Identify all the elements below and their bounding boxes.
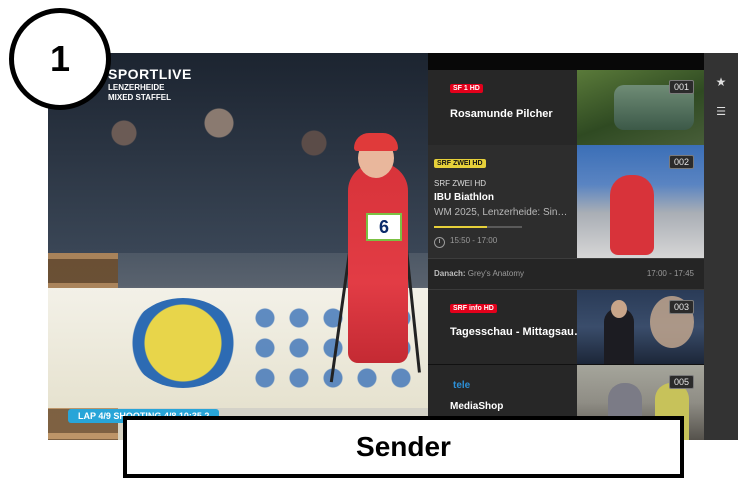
athlete: [348, 163, 408, 363]
broadcaster-logo: SPORTLIVE: [108, 66, 192, 82]
program-title: IBU Biathlon: [434, 192, 494, 203]
star-icon[interactable]: ★: [704, 75, 738, 89]
venue-label: LENZERHEIDE MIXED STAFFEL: [108, 83, 171, 103]
step-badge: 1: [9, 8, 111, 110]
program-progress: [434, 226, 522, 228]
channel-row[interactable]: SRF info HD Tagesschau - Mittagsausgabe …: [428, 290, 704, 365]
channel-number: 005: [668, 375, 694, 389]
next-label: Danach:: [434, 269, 466, 278]
venue-line: MIXED STAFFEL: [108, 93, 171, 102]
program-title: Tagesschau - Mittagsausgabe: [450, 326, 585, 338]
caption-label: Sender: [123, 416, 684, 478]
channel-number: 003: [668, 300, 694, 314]
venue-line: LENZERHEIDE: [108, 83, 165, 92]
side-rail: ★ ☰: [704, 53, 738, 440]
channel-list: SF 1 HD Rosamunde Pilcher 001 SRF ZWEI H…: [428, 53, 704, 440]
banner-logo: [128, 298, 238, 388]
thumbnail-skier: [610, 175, 654, 255]
thumbnail-anchor-head: [611, 300, 627, 318]
channel-number: 002: [668, 155, 694, 169]
program-time: 15:50 - 17:00: [450, 236, 498, 245]
next-title: Grey's Anatomy: [467, 269, 525, 278]
list-icon[interactable]: ☰: [704, 105, 738, 118]
channel-name: SRF ZWEI HD: [434, 179, 486, 188]
list-top-bar: [428, 53, 704, 70]
channel-logo: SRF ZWEI HD: [434, 159, 486, 168]
athlete-cap: [354, 133, 398, 151]
progress-fill: [434, 226, 487, 228]
program-title: Rosamunde Pilcher: [450, 108, 553, 120]
channel-row[interactable]: SF 1 HD Rosamunde Pilcher 001: [428, 70, 704, 146]
next-program: Danach: Grey's Anatomy 17:00 - 17:45: [428, 258, 704, 289]
channel-logo: SRF info HD: [450, 304, 497, 313]
channel-number: 001: [668, 80, 694, 94]
next-time: 17:00 - 17:45: [646, 269, 694, 278]
program-subtitle: WM 2025, Lenzerheide: Single Mixed Staff…: [434, 207, 572, 218]
clock-icon: [434, 237, 445, 248]
bib-number: 6: [366, 213, 402, 241]
channel-logo: tele: [453, 380, 471, 391]
channel-logo: SF 1 HD: [450, 84, 483, 93]
channel-row-selected[interactable]: SRF ZWEI HD SRF ZWEI HD IBU Biathlon WM …: [428, 145, 704, 290]
video-player[interactable]: 6 SPORTLIVE LENZERHEIDE MIXED STAFFEL LA…: [48, 53, 428, 440]
program-title: MediaShop: [450, 401, 504, 412]
